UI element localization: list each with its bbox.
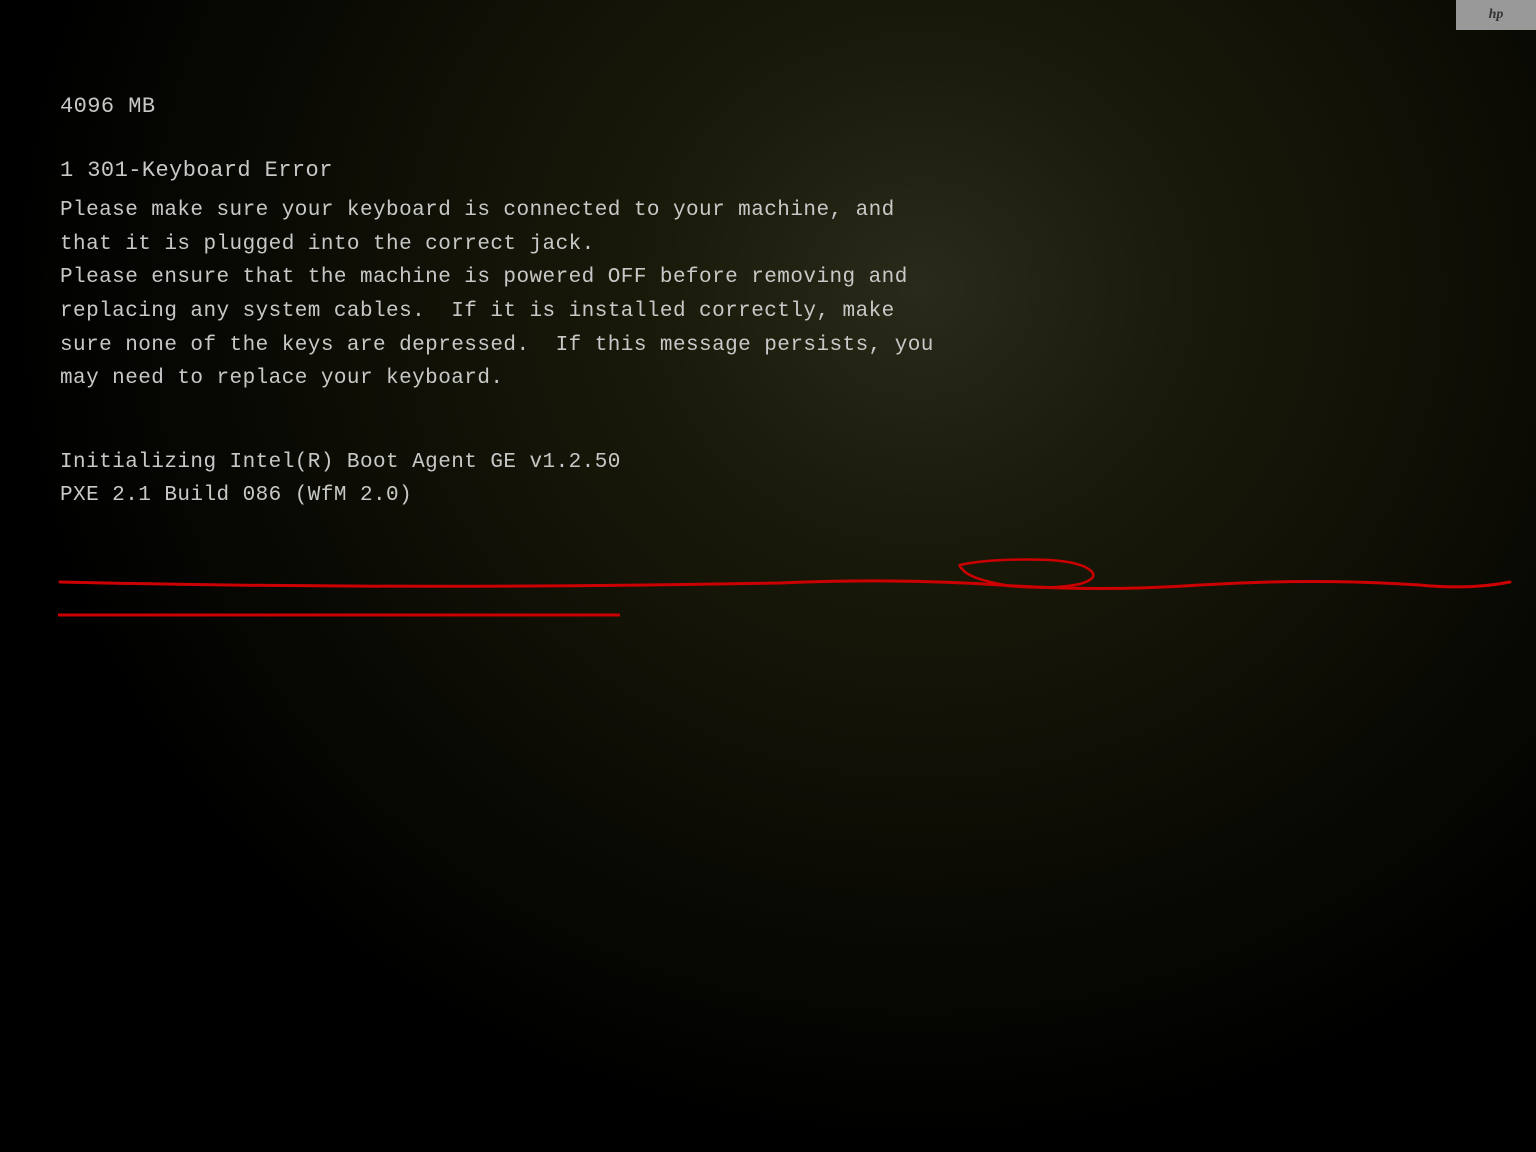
error-line-3: Please ensure that the machine is powere… bbox=[60, 261, 1440, 295]
error-line-4: replacing any system cables. If it is in… bbox=[60, 295, 1440, 329]
memory-display: 4096 MB bbox=[60, 90, 1476, 124]
error-line-2: that it is plugged into the correct jack… bbox=[60, 228, 1440, 262]
boot-section: Initializing Intel(R) Boot Agent GE v1.2… bbox=[60, 446, 1476, 513]
error-line-1: Please make sure your keyboard is connec… bbox=[60, 194, 1440, 228]
error-line-6: may need to replace your keyboard. bbox=[60, 362, 1440, 396]
bios-screen: hp 4096 MB 1 301-Keyboard Error Please m… bbox=[0, 0, 1536, 1152]
boot-line-1: Initializing Intel(R) Boot Agent GE v1.2… bbox=[60, 446, 1476, 480]
error-line-5: sure none of the keys are depressed. If … bbox=[60, 329, 1440, 363]
error-code: 1 301-Keyboard Error bbox=[60, 154, 1476, 188]
bios-content: 4096 MB 1 301-Keyboard Error Please make… bbox=[60, 90, 1476, 513]
error-section: 1 301-Keyboard Error Please make sure yo… bbox=[60, 154, 1476, 396]
hp-logo: hp bbox=[1456, 0, 1536, 30]
error-body: Please make sure your keyboard is connec… bbox=[60, 194, 1440, 396]
boot-line-2: PXE 2.1 Build 086 (WfM 2.0) bbox=[60, 479, 1476, 513]
memory-value: 4096 MB bbox=[60, 94, 156, 119]
